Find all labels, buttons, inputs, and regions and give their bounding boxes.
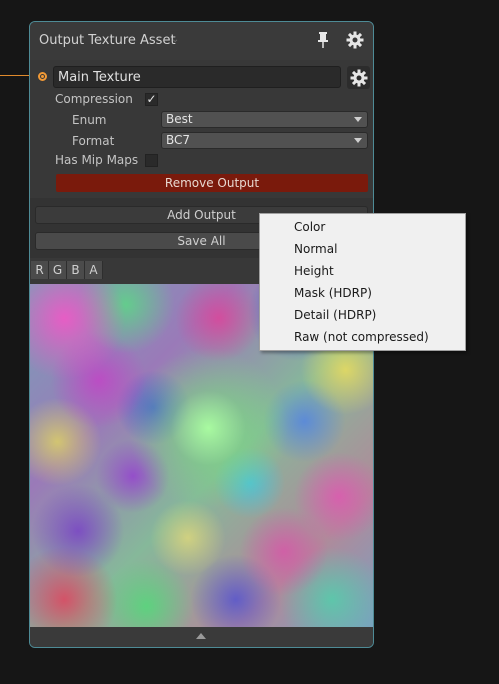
channel-b-toggle[interactable]: B — [67, 261, 85, 279]
node-footer[interactable] — [30, 627, 373, 647]
menu-item-mask-hdrp[interactable]: Mask (HDRP) — [294, 286, 372, 300]
mipmaps-checkbox[interactable] — [145, 154, 158, 167]
enum-dropdown[interactable]: Best — [161, 111, 368, 128]
output-settings-button[interactable] — [347, 66, 370, 89]
output-port[interactable] — [38, 72, 47, 81]
channel-r-toggle[interactable]: R — [31, 261, 49, 279]
menu-item-normal[interactable]: Normal — [294, 242, 337, 256]
format-dropdown[interactable]: BC7 — [161, 132, 368, 149]
add-output-context-menu: Color Normal Height Mask (HDRP) Detail (… — [259, 213, 466, 351]
menu-item-height[interactable]: Height — [294, 264, 334, 278]
compression-checkbox[interactable]: ✓ — [145, 93, 158, 106]
compression-label: Compression — [55, 92, 133, 106]
chevron-down-icon[interactable]: ⌄ — [171, 34, 179, 45]
gear-icon — [350, 69, 367, 86]
output-name-field[interactable]: Main Texture — [53, 66, 341, 88]
node-title: Output Texture Asset — [39, 33, 176, 48]
menu-item-color[interactable]: Color — [294, 220, 325, 234]
menu-item-raw[interactable]: Raw (not compressed) — [294, 330, 429, 344]
channel-g-toggle[interactable]: G — [49, 261, 67, 279]
enum-value: Best — [166, 112, 193, 126]
dropdown-arrow-icon — [354, 138, 362, 143]
mipmaps-label: Has Mip Maps — [55, 153, 139, 167]
pin-icon[interactable] — [317, 32, 329, 48]
dropdown-arrow-icon — [354, 117, 362, 122]
enum-label: Enum — [72, 113, 107, 127]
node-header[interactable]: Output Texture Asset ⌄ — [30, 22, 373, 60]
menu-item-detail-hdrp[interactable]: Detail (HDRP) — [294, 308, 376, 322]
format-value: BC7 — [166, 133, 191, 147]
format-label: Format — [72, 134, 115, 148]
gear-icon[interactable] — [346, 31, 364, 49]
collapse-arrow-icon[interactable] — [196, 633, 206, 639]
channel-a-toggle[interactable]: A — [85, 261, 103, 279]
remove-output-button[interactable]: Remove Output — [56, 174, 368, 192]
